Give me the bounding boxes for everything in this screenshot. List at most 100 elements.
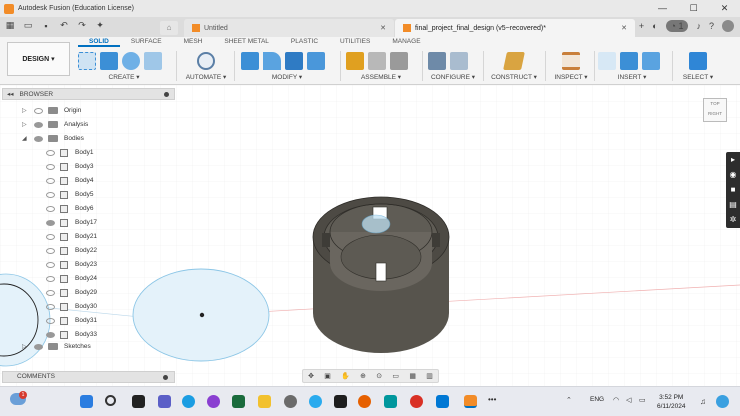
visibility-eye-icon[interactable] — [46, 247, 55, 254]
arduino-icon[interactable] — [384, 395, 397, 408]
tab-mesh[interactable]: MESH — [173, 37, 214, 47]
home-tab-button[interactable]: ⌂ — [160, 21, 178, 35]
expand-arrow-icon[interactable]: ▷ — [22, 121, 30, 128]
job-status-badge[interactable]: ◔ 1 — [665, 20, 689, 32]
hole-icon[interactable] — [144, 52, 162, 70]
app-green-icon[interactable] — [232, 395, 245, 408]
combine-icon[interactable] — [307, 52, 325, 70]
camera-icon[interactable]: ◉ — [726, 167, 740, 182]
expand-arrow-icon[interactable]: ▷ — [22, 343, 30, 350]
zoom-window-icon[interactable]: ⊙ — [376, 372, 382, 380]
tab-untitled[interactable]: Untitled ✕ — [184, 19, 394, 37]
visibility-eye-icon[interactable] — [46, 303, 55, 310]
language-indicator[interactable]: ENG — [590, 396, 604, 403]
tab-plastic[interactable]: PLASTIC — [280, 37, 329, 47]
telegram-icon[interactable] — [309, 395, 322, 408]
search-icon[interactable] — [105, 395, 116, 406]
file-explorer-icon[interactable] — [258, 395, 271, 408]
extensions-icon[interactable]: ◐ — [652, 21, 657, 31]
tree-item-body[interactable]: Body21 — [46, 230, 97, 243]
tree-item-body[interactable]: Body3 — [46, 160, 93, 173]
part-model[interactable] — [312, 196, 450, 353]
new-tab-button[interactable]: + — [639, 21, 644, 31]
as-built-joint-icon[interactable] — [390, 52, 408, 70]
visibility-eye-icon[interactable] — [46, 205, 55, 212]
visibility-eye-icon[interactable] — [46, 317, 55, 324]
shell-icon[interactable] — [285, 52, 303, 70]
look-at-icon[interactable]: ▣ — [324, 372, 331, 380]
tray-chevron-icon[interactable]: ⌃ — [566, 396, 572, 404]
insert-group-label[interactable]: INSERT ▾ — [598, 73, 666, 81]
configure-icon[interactable] — [428, 52, 446, 70]
tree-item-body[interactable]: Body23 — [46, 258, 97, 271]
collapse-browser-icon[interactable]: ◂◂ — [7, 90, 14, 98]
file-icon[interactable]: ▭ — [22, 20, 34, 31]
video-icon[interactable]: ■ — [726, 182, 740, 197]
undo-icon[interactable]: ↶ — [58, 20, 70, 31]
settings-gear-icon[interactable]: ✲ — [726, 212, 740, 227]
tree-item-body[interactable]: Body31 — [46, 314, 97, 327]
visibility-eye-icon[interactable] — [34, 343, 43, 350]
layers-icon[interactable]: ▤ — [726, 197, 740, 212]
zoom-icon[interactable]: ⊕ — [360, 372, 366, 380]
edge-icon[interactable] — [182, 395, 195, 408]
revolve-icon[interactable] — [122, 52, 140, 70]
tree-item-bodies[interactable]: ◢ Bodies — [22, 132, 84, 145]
view-cube[interactable]: TOP RIGHT — [703, 98, 727, 122]
tree-item-body[interactable]: Body5 — [46, 188, 93, 201]
firefox-icon[interactable] — [358, 395, 371, 408]
close-window-button[interactable]: ✕ — [709, 0, 740, 17]
configure-group-label[interactable]: CONFIGURE ▾ — [428, 73, 478, 81]
maximize-button[interactable]: ☐ — [678, 0, 709, 17]
app-purple-icon[interactable] — [207, 395, 220, 408]
tree-item-analysis[interactable]: ▷ Analysis — [22, 118, 88, 131]
comments-panel[interactable]: COMMENTS — [2, 371, 175, 383]
visibility-eye-icon[interactable] — [46, 233, 55, 240]
fusion-taskbar-icon[interactable] — [464, 395, 477, 408]
avatar[interactable] — [722, 20, 734, 32]
visibility-eye-icon[interactable] — [46, 163, 55, 170]
tree-item-body[interactable]: Body1 — [46, 146, 93, 159]
visibility-eye-icon[interactable] — [46, 177, 55, 184]
visibility-eye-icon[interactable] — [34, 135, 43, 142]
grid-settings-icon[interactable]: ▦ — [409, 372, 416, 380]
tree-item-sketches[interactable]: ▷ Sketches — [22, 340, 91, 353]
tree-item-body[interactable]: Body24 — [46, 272, 97, 285]
measure-icon[interactable] — [562, 52, 580, 70]
settings-icon[interactable] — [284, 395, 297, 408]
copilot-icon[interactable] — [716, 395, 729, 408]
insert-canvas-icon[interactable] — [642, 52, 660, 70]
construct-group-label[interactable]: CONSTRUCT ▾ — [488, 73, 540, 81]
insert-mesh-icon[interactable] — [620, 52, 638, 70]
workspace-switcher[interactable]: DESIGN ▾ — [7, 42, 70, 76]
tree-item-body[interactable]: Body30 — [46, 300, 97, 313]
create-group-label[interactable]: CREATE ▾ — [78, 73, 170, 81]
automate-group-label[interactable]: AUTOMATE ▾ — [182, 73, 230, 81]
more-apps-icon[interactable]: ••• — [488, 395, 496, 404]
teams-icon[interactable] — [158, 395, 171, 408]
inspect-group-label[interactable]: INSPECT ▾ — [550, 73, 592, 81]
display-settings-icon[interactable]: ▭ — [392, 372, 399, 380]
visibility-eye-icon[interactable] — [46, 149, 55, 156]
automate-icon[interactable] — [197, 52, 215, 70]
minimize-button[interactable]: — — [647, 0, 678, 17]
new-component-icon[interactable] — [346, 52, 364, 70]
save-icon[interactable]: ▪ — [40, 21, 52, 31]
volume-icon[interactable]: ◁ — [626, 396, 631, 404]
bell-icon[interactable]: ♫ — [700, 397, 706, 406]
browser-pin-icon[interactable] — [164, 91, 169, 97]
fillet-icon[interactable] — [263, 52, 281, 70]
visibility-eye-icon[interactable] — [46, 219, 55, 226]
extrude-icon[interactable] — [100, 52, 118, 70]
visibility-eye-icon[interactable] — [46, 275, 55, 282]
select-cursor-icon[interactable] — [689, 52, 707, 70]
battery-icon[interactable]: ▭ — [639, 396, 646, 404]
comments-add-icon[interactable] — [163, 375, 168, 380]
modify-group-label[interactable]: MODIFY ▾ — [241, 73, 333, 81]
help-icon[interactable]: ? — [709, 21, 714, 31]
task-view-icon[interactable] — [132, 395, 145, 408]
wifi-icon[interactable]: ◠ — [613, 396, 619, 404]
notification-bell-icon[interactable]: ♪ — [696, 21, 701, 31]
windows-start-icon[interactable] — [80, 395, 93, 408]
offset-plane-icon[interactable] — [503, 52, 525, 70]
